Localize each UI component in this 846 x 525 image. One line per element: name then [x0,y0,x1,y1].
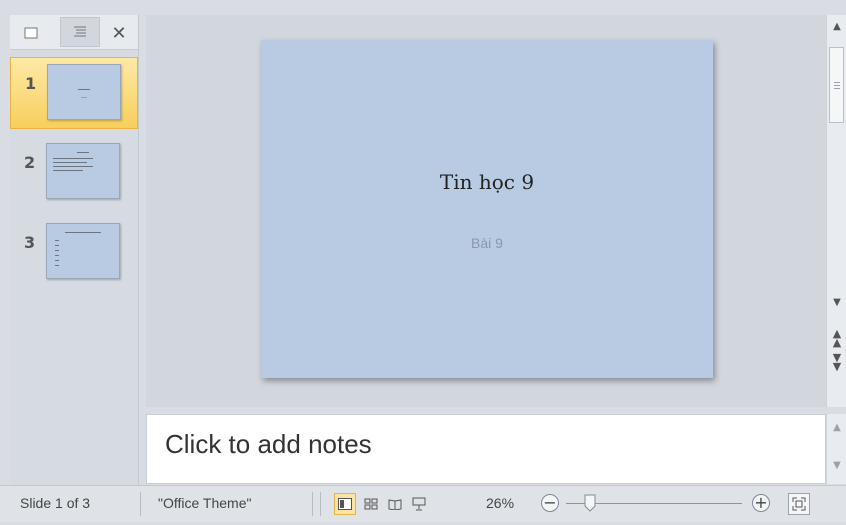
slide-sorter-icon [364,498,378,510]
slides-pane: ✕ 1 2 3 [10,15,139,485]
zoom-slider-thumb[interactable] [584,494,596,512]
zoom-in-icon[interactable]: + [752,494,770,512]
slides-tab[interactable] [18,21,44,45]
normal-view-button[interactable] [334,493,356,515]
notes-scroll-down-icon[interactable]: ▼ [827,460,846,471]
reading-view-button[interactable] [384,493,406,515]
slide-subtitle[interactable]: Bài 9 [261,235,713,251]
outline-tab-icon [74,26,86,37]
slide-indicator: Slide 1 of 3 [20,495,91,511]
slide-title[interactable]: Tin học 9 [261,170,713,194]
slide-number: 3 [24,233,36,252]
vertical-scrollbar[interactable]: ▲ ▼ ▲ ▲ ▼ ▼ [826,15,846,407]
slide-thumbnail-row[interactable]: 2 [10,137,138,209]
normal-view-icon [338,498,352,510]
next-slide-icon[interactable]: ▼ ▼ [827,352,846,372]
slide-thumbnail[interactable] [47,64,121,120]
slide-thumbnail[interactable] [46,223,120,279]
reading-view-icon [388,499,402,510]
slide-number: 2 [24,153,36,172]
fit-slide-button[interactable] [788,493,810,515]
theme-name[interactable]: "Office Theme" [158,495,251,511]
slide-thumbnail[interactable] [46,143,120,199]
status-bar: Slide 1 of 3 "Office Theme" 26% − + [0,485,846,522]
fit-to-window-icon [792,497,806,511]
current-slide[interactable]: Tin học 9 Bài 9 [261,40,713,378]
slide-show-icon [412,497,426,511]
zoom-level[interactable]: 26% [486,495,514,511]
slide-thumbnail-row[interactable]: 1 [10,57,138,129]
close-pane-icon[interactable]: ✕ [106,21,132,45]
slide-editing-area[interactable]: Tin học 9 Bài 9 [146,15,826,407]
scrollbar-thumb[interactable] [829,47,844,123]
notes-scrollbar[interactable]: ▲ ▼ [826,414,846,484]
slide-number: 1 [25,74,37,93]
slide-show-button[interactable] [408,493,430,515]
slides-tab-icon [24,27,38,39]
notes-placeholder[interactable]: Click to add notes [165,429,372,460]
powerpoint-window: ✕ 1 2 3 Tin học 9 Bài 9 ▲ ▼ ▲ ▲ ▼ ▼ Clic… [0,0,846,525]
pane-tab-bar: ✕ [10,15,138,50]
scroll-down-icon[interactable]: ▼ [827,297,846,308]
slide-sorter-button[interactable] [360,493,382,515]
slide-thumbnail-row[interactable]: 3 [10,217,138,289]
outline-tab[interactable] [60,17,100,47]
previous-slide-icon[interactable]: ▲ ▲ [827,328,846,348]
notes-scroll-up-icon[interactable]: ▲ [827,422,846,433]
zoom-out-icon[interactable]: − [541,494,559,512]
notes-pane[interactable]: Click to add notes [146,414,826,484]
scroll-up-icon[interactable]: ▲ [827,21,846,32]
